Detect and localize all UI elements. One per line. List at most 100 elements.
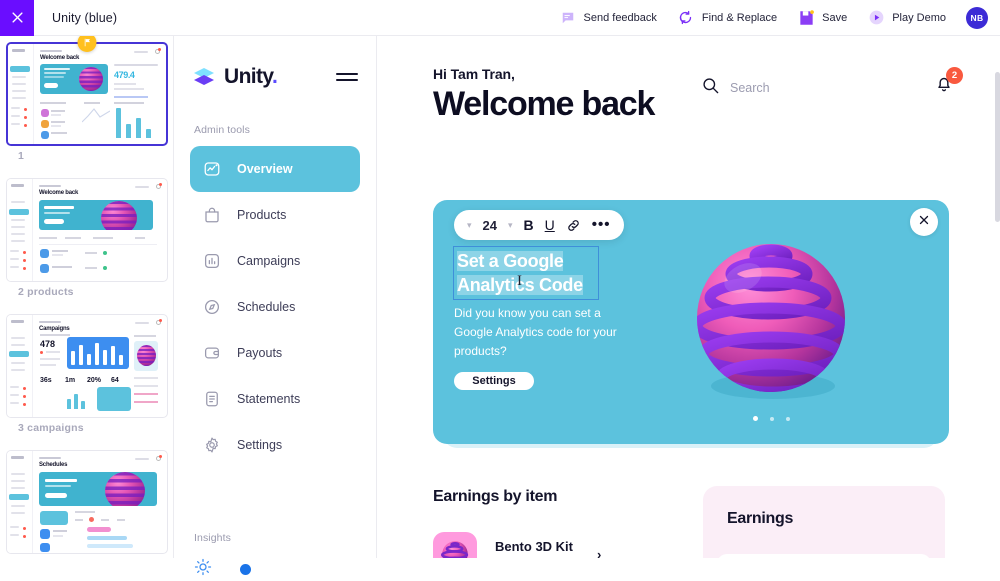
- close-editor-button[interactable]: [0, 0, 34, 36]
- notifications-button[interactable]: 2: [934, 74, 954, 99]
- carousel-dot[interactable]: [786, 417, 790, 421]
- sidebar-item-settings[interactable]: Settings: [190, 422, 360, 468]
- thumbnail-page-title: Schedules: [39, 462, 67, 468]
- send-feedback-button[interactable]: Send feedback: [559, 9, 657, 27]
- thumbnail-item[interactable]: Schedules: [0, 450, 173, 558]
- sidebar-item-label: Statements: [237, 392, 300, 406]
- layers-logo-icon: [192, 65, 216, 89]
- bar-chart-icon: [202, 252, 221, 271]
- nav-section-admin-label: Admin tools: [174, 98, 376, 146]
- brand-name: Unity.: [224, 65, 277, 89]
- page-title: Welcome back: [433, 85, 654, 124]
- carousel-dot[interactable]: [770, 417, 774, 421]
- close-banner-button[interactable]: [910, 208, 938, 236]
- send-feedback-label: Send feedback: [584, 12, 657, 24]
- section-title: Earnings by item: [433, 488, 683, 506]
- banner-illustration: [681, 226, 861, 406]
- list-item-text: Bento 3D Kit Illustration: [495, 539, 573, 559]
- close-x-icon: [918, 213, 930, 231]
- app-sidebar: Unity. Admin tools Overview Products Cam…: [174, 36, 377, 558]
- thumbnail-preview[interactable]: Schedules: [6, 450, 168, 554]
- thumbnail-page-title: Campaigns: [39, 326, 70, 332]
- more-horizontal-icon[interactable]: •••: [592, 221, 611, 229]
- play-circle-icon: [867, 9, 885, 27]
- rich-text-toolbar[interactable]: ▾ 24 ▾ B U •••: [454, 210, 624, 240]
- sidebar-item-overview[interactable]: Overview: [190, 146, 360, 192]
- sidebar-item-label: Payouts: [237, 346, 282, 360]
- banner-headline-editor[interactable]: Set a Google Analytics Code: [453, 246, 599, 300]
- thumbnail-preview[interactable]: Campaigns 478 36s: [6, 314, 168, 418]
- greeting-block: Hi Tam Tran, Welcome back: [433, 66, 654, 124]
- play-demo-label: Play Demo: [892, 12, 946, 24]
- thumbnail-item[interactable]: Welcome back: [0, 178, 173, 308]
- promo-banner: ▾ 24 ▾ B U ••• Set a Google Analytics Co…: [433, 200, 949, 444]
- search-placeholder: Search: [730, 81, 770, 95]
- thumbnail-preview[interactable]: Welcome back 479.4: [6, 42, 168, 146]
- sidebar-item-statements[interactable]: Statements: [190, 376, 360, 422]
- play-demo-button[interactable]: Play Demo: [867, 9, 946, 27]
- sidebar-item-products[interactable]: Products: [190, 192, 360, 238]
- earnings-chart-area: 48: [717, 554, 931, 558]
- link-chain-icon[interactable]: [566, 218, 581, 233]
- carousel-dots[interactable]: [753, 416, 790, 421]
- main-scrollbar[interactable]: [995, 72, 1000, 222]
- chevron-right-icon[interactable]: ›: [597, 547, 601, 559]
- carousel-dot-active[interactable]: [753, 416, 758, 421]
- top-toolbar-actions: Send feedback Find & Replace Save Play D…: [559, 7, 1000, 29]
- main-content: Hi Tam Tran, Welcome back Search 2 ▾ 24 …: [377, 36, 1000, 558]
- search-icon: [701, 76, 720, 100]
- document-title: Unity (blue): [52, 11, 117, 25]
- text-caret: [517, 272, 518, 287]
- list-item[interactable]: Bento 3D Kit Illustration ›: [433, 532, 683, 558]
- thumbnail-preview[interactable]: Welcome back: [6, 178, 168, 282]
- thumbnail-label: 1: [6, 146, 167, 172]
- sidebar-item-label: Overview: [237, 162, 293, 176]
- search-input[interactable]: Search: [701, 76, 770, 100]
- sidebar-item-campaigns[interactable]: Campaigns: [190, 238, 360, 284]
- underline-button[interactable]: U: [545, 217, 555, 233]
- thumbnail-label: 3 campaigns: [6, 418, 167, 444]
- insights-controls: [174, 558, 376, 581]
- thumbnail-label: 4 schedules: [6, 554, 167, 558]
- save-label: Save: [822, 12, 847, 24]
- earnings-card: Earnings 48: [703, 486, 945, 558]
- banner-settings-button[interactable]: Settings: [454, 372, 534, 390]
- card-title: Earnings: [727, 510, 793, 528]
- sidebar-item-payouts[interactable]: Payouts: [190, 330, 360, 376]
- greeting-small: Hi Tam Tran,: [433, 66, 654, 82]
- top-toolbar: Unity (blue) Send feedback Find & Replac…: [0, 0, 1000, 36]
- brand-header: Unity.: [174, 56, 376, 98]
- find-replace-button[interactable]: Find & Replace: [677, 9, 777, 27]
- thumbnail-item[interactable]: Welcome back 479.4: [0, 42, 173, 172]
- thumbnail-page-title: Welcome back: [40, 55, 79, 61]
- banner-subtext: Did you know you can set a Google Analyt…: [454, 304, 624, 361]
- chevron-down-icon[interactable]: ▾: [508, 220, 513, 231]
- compass-icon: [202, 298, 221, 317]
- font-size-value[interactable]: 24: [483, 218, 497, 233]
- thumbnail-page-title: Welcome back: [39, 190, 78, 196]
- avatar[interactable]: NB: [966, 7, 988, 29]
- chart-pulse-icon: [202, 160, 221, 179]
- save-floppy-icon: [797, 9, 815, 27]
- blue-dot-indicator[interactable]: [240, 564, 251, 575]
- chevron-down-icon[interactable]: ▾: [467, 220, 472, 231]
- sidebar-item-label: Products: [237, 208, 286, 222]
- find-replace-circle-icon: [677, 9, 695, 27]
- find-replace-label: Find & Replace: [702, 12, 777, 24]
- status-badge: 2: [946, 67, 963, 84]
- earnings-by-item-section: Earnings by item Bento 3D Kit Illustrati…: [433, 488, 683, 558]
- item-name: Bento 3D Kit: [495, 539, 573, 554]
- bold-button[interactable]: B: [524, 217, 534, 233]
- brightness-sun-icon[interactable]: [194, 558, 212, 581]
- page-thumbnail-rail[interactable]: Welcome back 479.4: [0, 36, 174, 558]
- gear-icon: [202, 436, 221, 455]
- thumbnail-label: 2 products: [6, 282, 167, 308]
- hamburger-menu-icon[interactable]: [336, 69, 358, 85]
- document-list-icon: [202, 390, 221, 409]
- sidebar-item-schedules[interactable]: Schedules: [190, 284, 360, 330]
- thumbnail-item[interactable]: Campaigns 478 36s: [0, 314, 173, 444]
- nav-section-insights-label: Insights: [174, 468, 376, 554]
- sidebar-item-label: Campaigns: [237, 254, 300, 268]
- sidebar-item-label: Settings: [237, 438, 282, 452]
- save-button[interactable]: Save: [797, 9, 847, 27]
